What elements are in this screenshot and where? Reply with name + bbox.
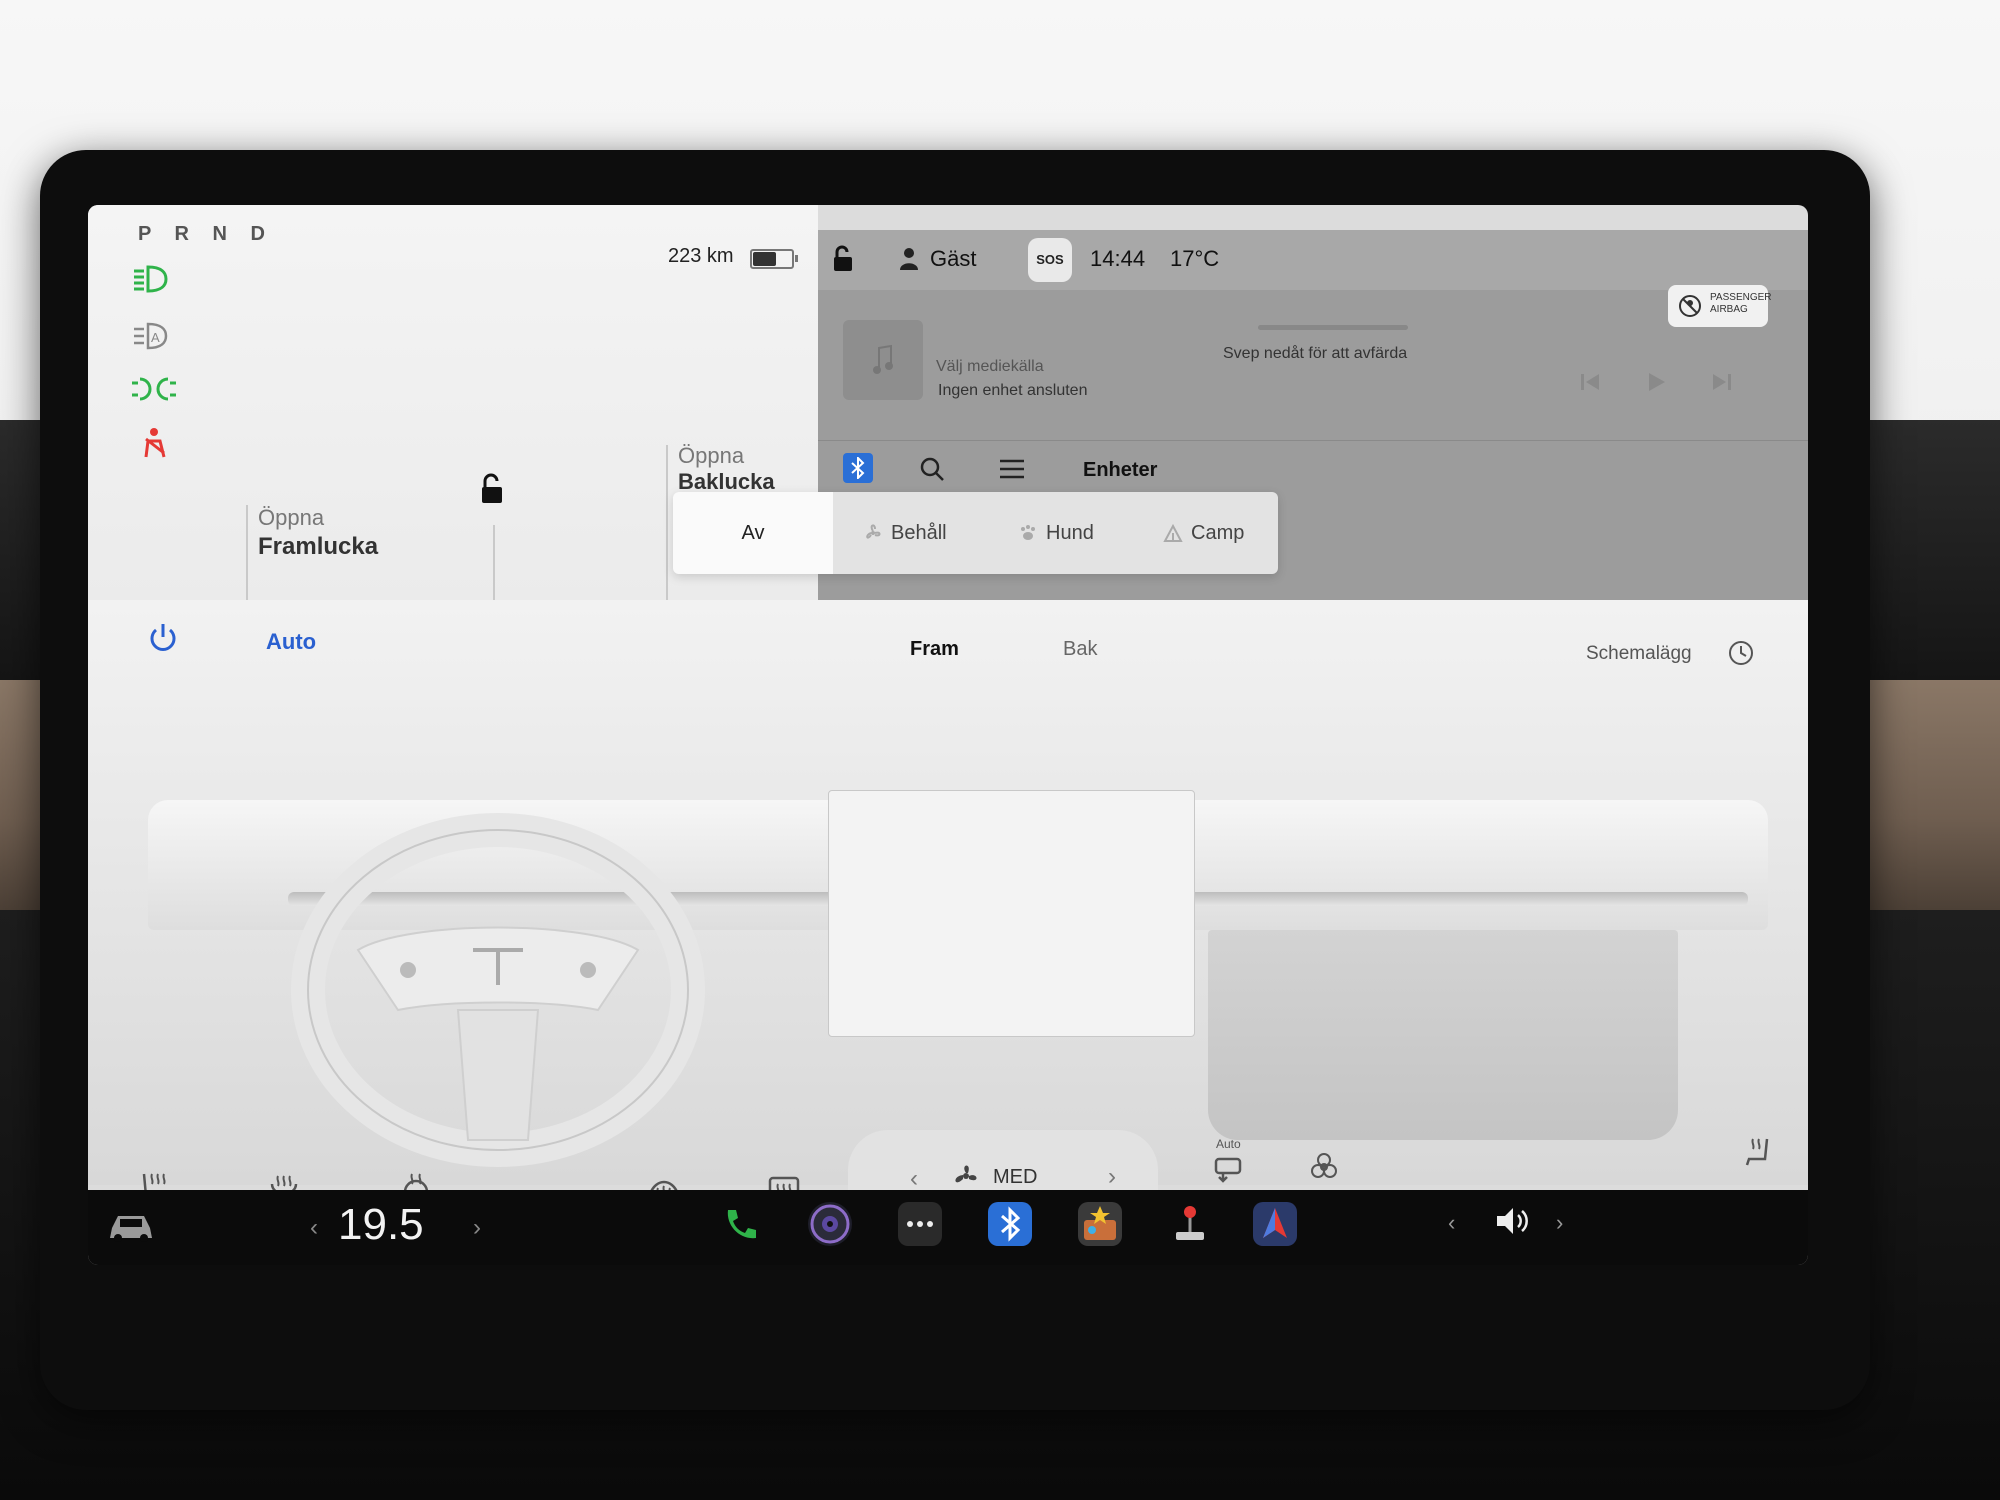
status-bar: Gäst SOS 14:44 17°C xyxy=(818,230,1808,290)
mode-dog-button[interactable]: Hund xyxy=(1018,492,1094,574)
paw-icon xyxy=(1021,525,1035,540)
previous-track-icon[interactable] xyxy=(1578,370,1602,394)
temp-increase-button[interactable]: › xyxy=(473,1214,481,1242)
devices-tab[interactable]: Enheter xyxy=(1083,459,1157,482)
mode-camp-button[interactable]: Camp xyxy=(1163,492,1244,574)
recirculation-mode-label: Auto xyxy=(1216,1137,1241,1151)
clock: 14:44 xyxy=(1090,246,1146,271)
volume-down-button[interactable]: ‹ xyxy=(1448,1210,1455,1236)
bluetooth-tab[interactable] xyxy=(843,453,873,483)
svg-text:A: A xyxy=(151,330,160,345)
divider xyxy=(666,445,668,600)
camera-icon xyxy=(810,1204,850,1244)
profile-name[interactable]: Gäst xyxy=(930,246,976,272)
fan-speed-label: MED xyxy=(993,1166,1038,1188)
airbag-off-icon xyxy=(1679,295,1701,317)
temp-decrease-button[interactable]: ‹ xyxy=(310,1214,318,1242)
arcade-app[interactable] xyxy=(1168,1202,1212,1246)
cabin-temperature[interactable]: 19.5 xyxy=(338,1200,424,1250)
mode-keep-label: Behåll xyxy=(891,522,947,544)
bottom-dock: ‹ 19.5 › ‹ › xyxy=(88,1190,1808,1265)
trunk-label-line1: Öppna xyxy=(678,443,745,468)
passenger-airbag-indicator: PASSENGER AIRBAG xyxy=(1668,285,1772,327)
open-frunk-button[interactable]: Öppna Framlucka xyxy=(258,505,378,561)
queue-icon[interactable] xyxy=(998,457,1026,481)
center-screen-render xyxy=(828,790,1195,1037)
mode-off-button[interactable]: Av xyxy=(673,492,833,574)
fan-icon xyxy=(955,1165,977,1183)
profile-icon[interactable] xyxy=(898,246,920,270)
volume-up-button[interactable]: › xyxy=(1556,1210,1563,1236)
search-icon[interactable] xyxy=(918,455,946,483)
seatbelt-warning-icon xyxy=(144,428,166,458)
parking-lights-icon xyxy=(132,377,176,401)
fan-icon xyxy=(866,524,881,539)
schedule-button[interactable]: Schemalägg xyxy=(1586,643,1692,665)
clock-icon[interactable] xyxy=(1728,640,1754,666)
bluetooth-icon xyxy=(1001,1206,1021,1242)
bluetooth-icon xyxy=(851,457,865,479)
toybox-icon xyxy=(1084,1206,1116,1240)
mode-dog-label: Hund xyxy=(1046,522,1094,544)
divider xyxy=(493,525,495,600)
bluetooth-app[interactable] xyxy=(988,1202,1032,1246)
navigation-app[interactable] xyxy=(1253,1202,1297,1246)
headlights-icon xyxy=(134,265,168,293)
battery-indicator xyxy=(750,249,798,269)
play-icon[interactable] xyxy=(1644,370,1668,394)
album-art xyxy=(843,320,923,400)
airbag-label-line1: PASSENGER xyxy=(1710,292,1772,303)
next-track-icon[interactable] xyxy=(1710,370,1734,394)
mode-keep-button[interactable]: Behåll xyxy=(863,492,947,574)
frunk-label-line1: Öppna xyxy=(258,505,325,530)
climate-panel: Auto Fram Bak Schemalägg xyxy=(88,600,1808,1250)
car-icon[interactable] xyxy=(106,1208,156,1244)
toybox-app[interactable] xyxy=(1078,1202,1122,1246)
unlock-icon[interactable] xyxy=(476,472,506,506)
tab-rear[interactable]: Bak xyxy=(1063,638,1097,661)
climate-keeper-popup: Av Behåll Hund Camp xyxy=(673,492,1278,574)
battery-fill xyxy=(753,252,776,266)
tent-icon xyxy=(1163,523,1183,542)
more-icon xyxy=(907,1221,933,1227)
camera-app[interactable] xyxy=(808,1202,852,1246)
frunk-label-line2: Framlucka xyxy=(258,533,379,560)
glovebox-render xyxy=(1208,930,1678,1140)
open-trunk-button[interactable]: Öppna Baklucka xyxy=(678,443,775,495)
lock-status-icon[interactable] xyxy=(830,244,856,274)
volume-icon[interactable] xyxy=(1493,1204,1533,1238)
swipe-handle[interactable] xyxy=(1258,325,1408,330)
sos-button[interactable]: SOS xyxy=(1028,238,1072,282)
arcade-icon xyxy=(1176,1206,1204,1240)
music-note-icon xyxy=(873,344,893,374)
divider xyxy=(246,505,248,600)
airbag-label-line2: AIRBAG xyxy=(1710,304,1748,315)
more-apps[interactable] xyxy=(898,1202,942,1246)
auto-climate-button[interactable]: Auto xyxy=(266,629,316,655)
passenger-seat-heater-icon[interactable] xyxy=(1743,1135,1773,1169)
mode-camp-label: Camp xyxy=(1191,522,1245,544)
power-icon[interactable] xyxy=(148,622,178,654)
fan-decrease-button[interactable]: ‹ xyxy=(910,1165,918,1193)
range-readout: 223 km xyxy=(668,245,734,267)
swipe-hint: Svep nedåt för att avfärda xyxy=(1223,345,1408,362)
tab-front[interactable]: Fram xyxy=(910,638,959,661)
fan-increase-button[interactable]: › xyxy=(1108,1163,1116,1191)
auto-highbeam-icon: A xyxy=(134,322,168,350)
steering-wheel-render xyxy=(291,813,705,1167)
phone-icon xyxy=(727,1210,756,1239)
bioweapon-defense-icon[interactable] xyxy=(1308,1151,1340,1183)
recirculation-icon[interactable] xyxy=(1213,1155,1245,1183)
outside-temperature: 17°C xyxy=(1170,246,1220,271)
touchscreen: P R N D A 223 km Öppna Framlucka Öppna B… xyxy=(88,205,1808,1265)
media-device-status: Ingen enhet ansluten xyxy=(938,382,1088,399)
gear-indicator: P R N D xyxy=(138,223,274,245)
phone-app[interactable] xyxy=(718,1202,762,1246)
media-source-label[interactable]: Välj mediekälla xyxy=(936,358,1044,376)
navigation-icon xyxy=(1263,1208,1287,1238)
